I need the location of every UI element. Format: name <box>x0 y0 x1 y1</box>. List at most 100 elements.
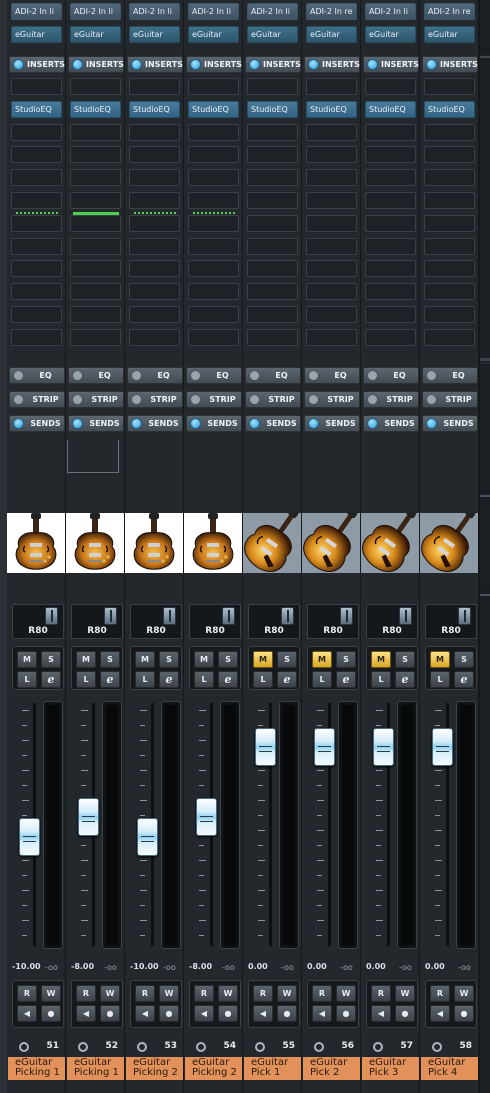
volume-fader-handle[interactable] <box>432 728 453 766</box>
channel-select-icon[interactable] <box>314 1042 324 1052</box>
power-icon[interactable] <box>131 59 142 70</box>
edit-button[interactable]: e <box>395 671 415 688</box>
channel-name-tag[interactable]: eGuitar Picking 2 <box>126 1057 183 1080</box>
insert-slot[interactable] <box>129 123 180 141</box>
insert-slot[interactable] <box>188 169 239 187</box>
input-routing-button[interactable]: ADI-2 In re <box>306 3 357 20</box>
listen-button[interactable]: L <box>76 671 96 688</box>
volume-fader-handle[interactable] <box>19 818 40 856</box>
mute-button[interactable]: M <box>312 651 332 668</box>
power-icon[interactable] <box>72 370 83 381</box>
insert-slot[interactable] <box>365 78 416 95</box>
insert-slot[interactable] <box>306 306 357 323</box>
insert-slot[interactable] <box>247 192 298 209</box>
power-icon[interactable] <box>131 394 142 405</box>
record-button[interactable]: ● <box>41 1005 61 1022</box>
power-icon[interactable] <box>72 59 83 70</box>
volume-value[interactable]: -10.00 <box>12 962 41 971</box>
insert-slot[interactable] <box>11 146 62 164</box>
insert-slot-studioeq[interactable]: StudioEQ <box>188 100 239 118</box>
mute-button[interactable]: M <box>253 651 273 668</box>
output-routing-button[interactable]: eGuitar <box>306 26 357 43</box>
strip-section-header[interactable]: STRIP <box>363 391 419 408</box>
insert-slot[interactable] <box>306 169 357 187</box>
write-button[interactable]: W <box>159 985 179 1002</box>
insert-slot[interactable] <box>247 214 298 232</box>
volume-value[interactable]: -10.00 <box>130 962 159 971</box>
power-icon[interactable] <box>426 370 437 381</box>
channel-name-tag[interactable]: eGuitar Pick 3 <box>362 1057 419 1080</box>
channel-select-icon[interactable] <box>78 1042 88 1052</box>
channel-setting-box[interactable]: R80 <box>130 604 182 639</box>
insert-slot[interactable] <box>247 283 298 301</box>
insert-slot[interactable] <box>11 214 62 232</box>
record-button[interactable]: ● <box>100 1005 120 1022</box>
insert-slot[interactable] <box>11 306 62 323</box>
insert-slot[interactable] <box>365 283 416 301</box>
insert-slot[interactable] <box>424 192 475 209</box>
power-icon[interactable] <box>249 59 260 70</box>
power-icon[interactable] <box>367 370 378 381</box>
read-button[interactable]: R <box>312 985 332 1002</box>
channel-name-tag[interactable]: eGuitar Pick 1 <box>244 1057 301 1080</box>
input-routing-button[interactable]: ADI-2 In li <box>129 3 180 20</box>
insert-slot[interactable] <box>70 306 121 323</box>
read-button[interactable]: R <box>371 985 391 1002</box>
power-icon[interactable] <box>308 370 319 381</box>
edit-button[interactable]: e <box>277 671 297 688</box>
insert-slot[interactable] <box>247 237 298 255</box>
read-button[interactable]: R <box>17 985 37 1002</box>
sends-section-header[interactable]: SENDS <box>245 415 301 432</box>
monitor-button[interactable]: ◀ <box>135 1005 155 1022</box>
edit-button[interactable]: e <box>336 671 356 688</box>
write-button[interactable]: W <box>336 985 356 1002</box>
insert-slot[interactable] <box>11 78 62 95</box>
eq-section-header[interactable]: EQ <box>186 367 242 384</box>
record-button[interactable]: ● <box>395 1005 415 1022</box>
channel-setting-box[interactable]: R80 <box>71 604 123 639</box>
input-routing-button[interactable]: ADI-2 In li <box>70 3 121 20</box>
insert-slot[interactable] <box>306 237 357 255</box>
eq-section-header[interactable]: EQ <box>68 367 124 384</box>
input-routing-button[interactable]: ADI-2 In li <box>11 3 62 20</box>
output-routing-button[interactable]: eGuitar <box>70 26 121 43</box>
insert-slot[interactable] <box>306 192 357 209</box>
volume-fader-handle[interactable] <box>255 728 276 766</box>
insert-slot[interactable] <box>188 328 239 346</box>
channel-setting-slider[interactable] <box>104 607 117 625</box>
solo-button[interactable]: S <box>41 651 61 668</box>
input-routing-button[interactable]: ADI-2 In re <box>424 3 475 20</box>
insert-slot[interactable] <box>11 169 62 187</box>
channel-setting-box[interactable]: R80 <box>12 604 64 639</box>
eq-section-header[interactable]: EQ <box>304 367 360 384</box>
inserts-section-header[interactable]: INSERTS <box>127 56 183 73</box>
insert-slot[interactable] <box>70 192 121 209</box>
insert-slot[interactable] <box>70 260 121 278</box>
mute-button[interactable]: M <box>135 651 155 668</box>
eq-section-header[interactable]: EQ <box>127 367 183 384</box>
insert-slot[interactable] <box>306 260 357 278</box>
edit-button[interactable]: e <box>100 671 120 688</box>
insert-slot[interactable] <box>129 260 180 278</box>
solo-button[interactable]: S <box>454 651 474 668</box>
power-icon[interactable] <box>426 59 437 70</box>
solo-button[interactable]: S <box>277 651 297 668</box>
insert-slot[interactable] <box>129 146 180 164</box>
insert-slot-studioeq[interactable]: StudioEQ <box>306 100 357 118</box>
solo-button[interactable]: S <box>159 651 179 668</box>
insert-slot[interactable] <box>70 146 121 164</box>
insert-slot[interactable] <box>188 146 239 164</box>
eq-section-header[interactable]: EQ <box>245 367 301 384</box>
sends-section-header[interactable]: SENDS <box>127 415 183 432</box>
power-icon[interactable] <box>308 418 319 429</box>
insert-slot[interactable] <box>424 146 475 164</box>
output-routing-button[interactable]: eGuitar <box>365 26 416 43</box>
solo-button[interactable]: S <box>100 651 120 668</box>
write-button[interactable]: W <box>100 985 120 1002</box>
insert-slot[interactable] <box>365 237 416 255</box>
inserts-section-header[interactable]: INSERTS <box>245 56 301 73</box>
channel-name-tag[interactable]: eGuitar Pick 4 <box>421 1057 478 1080</box>
sends-section-header[interactable]: SENDS <box>304 415 360 432</box>
insert-slot[interactable] <box>306 283 357 301</box>
channel-select-icon[interactable] <box>432 1042 442 1052</box>
